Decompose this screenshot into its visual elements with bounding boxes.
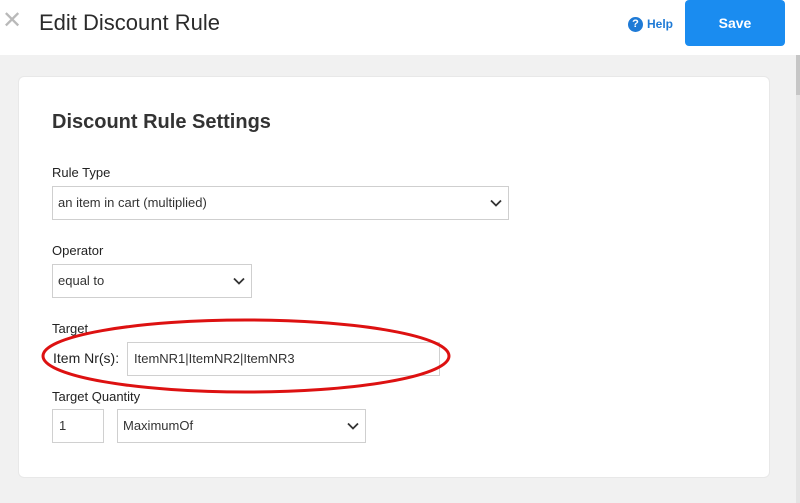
- target-quantity-mode-select[interactable]: MaximumOf: [117, 409, 366, 443]
- rule-type-select[interactable]: an item in cart (multiplied): [52, 186, 509, 220]
- item-nr-label: Item Nr(s):: [53, 350, 120, 366]
- target-label: Target: [52, 321, 89, 336]
- rule-type-value: an item in cart (multiplied): [58, 195, 207, 210]
- operator-select[interactable]: equal to: [52, 264, 252, 298]
- item-nr-input[interactable]: ItemNR1|ItemNR2|ItemNR3: [127, 342, 440, 376]
- save-button[interactable]: Save: [685, 0, 785, 46]
- scrollbar-track[interactable]: [796, 55, 800, 503]
- operator-value: equal to: [58, 273, 105, 288]
- operator-label: Operator: [52, 243, 104, 258]
- help-link[interactable]: ? Help: [628, 14, 673, 34]
- chevron-down-icon: [490, 199, 502, 207]
- help-label: Help: [647, 17, 674, 31]
- target-quantity-input[interactable]: 1: [52, 409, 104, 443]
- page-title: Edit Discount Rule: [39, 10, 220, 35]
- target-quantity-label: Target Quantity: [52, 389, 141, 404]
- help-icon: ?: [628, 16, 643, 32]
- rule-type-label: Rule Type: [52, 165, 111, 180]
- chevron-down-icon: [233, 277, 245, 285]
- target-quantity-mode-value: MaximumOf: [123, 418, 194, 433]
- scrollbar-thumb[interactable]: [796, 55, 800, 95]
- chevron-down-icon: [347, 422, 359, 430]
- section-title: Discount Rule Settings: [52, 111, 271, 133]
- close-icon[interactable]: ✕: [2, 7, 22, 35]
- header-bar: ✕ Edit Discount Rule ? Help Save: [0, 0, 800, 55]
